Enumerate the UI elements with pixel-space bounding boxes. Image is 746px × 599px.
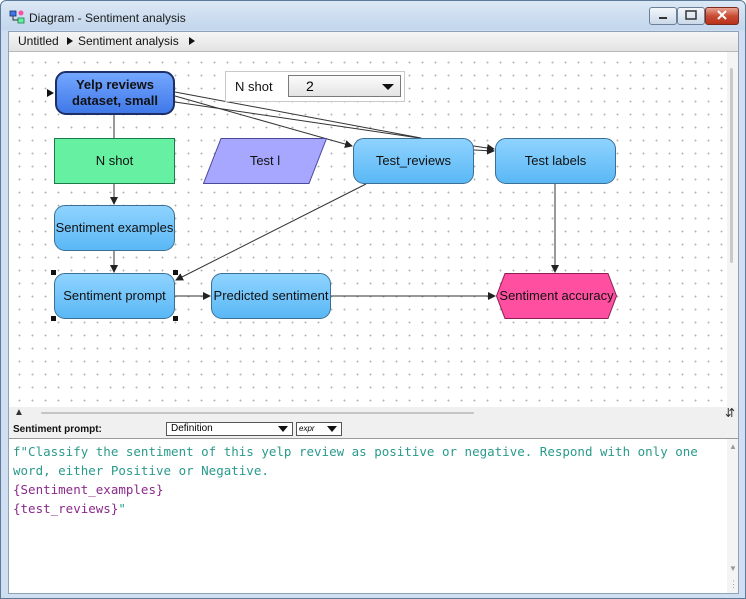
breadcrumb: Untitled Sentiment analysis [9,32,738,52]
expression-mode-dropdown[interactable]: expr [296,422,342,436]
node-sentiment-accuracy-objective[interactable]: Sentiment accuracy [496,273,617,319]
maximize-button[interactable] [677,7,705,25]
node-sentiment-prompt[interactable]: Sentiment prompt [54,273,175,319]
close-button[interactable] [705,7,739,25]
node-label: Yelp reviews dataset, small [72,77,158,108]
diagram-canvas[interactable]: Yelp reviews dataset, small N shot 2 N s… [9,52,726,407]
node-test-reviews[interactable]: Test_reviews [353,138,474,184]
scrollbar-thumb[interactable] [730,68,733,263]
node-label: N shot [95,153,134,168]
nshot-dropdown[interactable]: 2 [288,75,401,97]
code-variable: {test_reviews} [13,501,119,516]
minimize-icon [659,17,667,19]
collapse-chevron-icon[interactable]: ▲ [14,407,24,418]
selection-handle[interactable] [51,316,56,321]
nshot-control-label: N shot [235,79,273,94]
window-title: Diagram - Sentiment analysis [29,11,186,25]
chevron-down-icon [278,426,288,432]
attribute-dropdown-value: Definition [171,423,213,434]
code-string-end: " [118,501,126,516]
breadcrumb-item-untitled[interactable]: Untitled [18,34,59,48]
pane-splitter[interactable]: ▲ ⇵ [9,406,738,420]
code-line-2: word, either Positive or Negative. [13,463,269,478]
selection-handle[interactable] [173,316,178,321]
scroll-up-icon[interactable]: ▲ [729,442,737,451]
resize-pane-icon[interactable]: ⇵ [725,406,735,420]
node-label: Test_reviews [375,153,452,168]
chevron-down-icon [382,84,394,90]
diagram-horizontal-scrollbar[interactable] [41,412,474,414]
node-label: Sentiment accuracy [499,288,614,303]
breadcrumb-arrow-icon [67,37,73,45]
input-arrow-icon [47,89,54,97]
breadcrumb-item-sentiment-analysis[interactable]: Sentiment analysis [78,34,179,48]
maximize-icon [685,10,697,20]
minimize-button[interactable] [649,7,677,25]
node-yelp-reviews-dataset[interactable]: Yelp reviews dataset, small [55,71,175,115]
expression-mode-value: expr [299,424,315,433]
node-label: Sentiment examples [55,220,174,235]
selection-handle[interactable] [173,270,178,275]
diagram-app-icon [9,10,25,24]
selection-handle[interactable] [51,270,56,275]
nshot-input-control: N shot 2 [225,71,405,102]
breadcrumb-arrow-icon [189,37,195,45]
node-label: Sentiment prompt [63,288,166,303]
link-testreviews-to-prompt [175,183,367,281]
diagram-vertical-scrollbar[interactable] [727,52,738,407]
link-testreviews-to-testlabels [473,146,495,155]
attribute-dropdown[interactable]: Definition [166,422,293,436]
node-predicted-sentiment[interactable]: Predicted sentiment [211,273,331,319]
definition-code-editor[interactable]: f"Classify the sentiment of this yelp re… [9,439,726,593]
node-test-l-input[interactable]: Test l [203,138,327,184]
scroll-down-icon[interactable]: ▼ [729,564,737,573]
title-bar[interactable]: Diagram - Sentiment analysis [1,1,745,31]
chevron-down-icon [327,426,337,432]
nshot-dropdown-value: 2 [306,78,314,94]
node-test-labels[interactable]: Test labels [495,138,616,184]
close-icon [717,10,727,20]
editor-vertical-scrollbar[interactable]: ▲ ▼ ⋮⋮ [727,439,738,593]
node-label: Test labels [524,153,587,168]
node-label: Predicted sentiment [213,288,329,303]
node-nshot-decision[interactable]: N shot [54,138,175,184]
definition-header: Sentiment prompt: Definition expr [9,420,738,439]
node-label: Test l [249,153,281,168]
code-line-1: f"Classify the sentiment of this yelp re… [13,444,698,459]
node-sentiment-examples[interactable]: Sentiment examples [54,205,175,251]
resize-grip-icon[interactable]: ⋮⋮ [729,579,738,590]
diagram-window: Diagram - Sentiment analysis Untitled Se… [0,0,746,599]
code-line-4: {test_reviews}" [13,499,126,518]
code-line-3: {Sentiment_examples} [13,482,164,497]
diagram-client-area: Untitled Sentiment analysis Yelp reviews… [8,31,739,594]
definition-node-title: Sentiment prompt: [13,424,102,435]
